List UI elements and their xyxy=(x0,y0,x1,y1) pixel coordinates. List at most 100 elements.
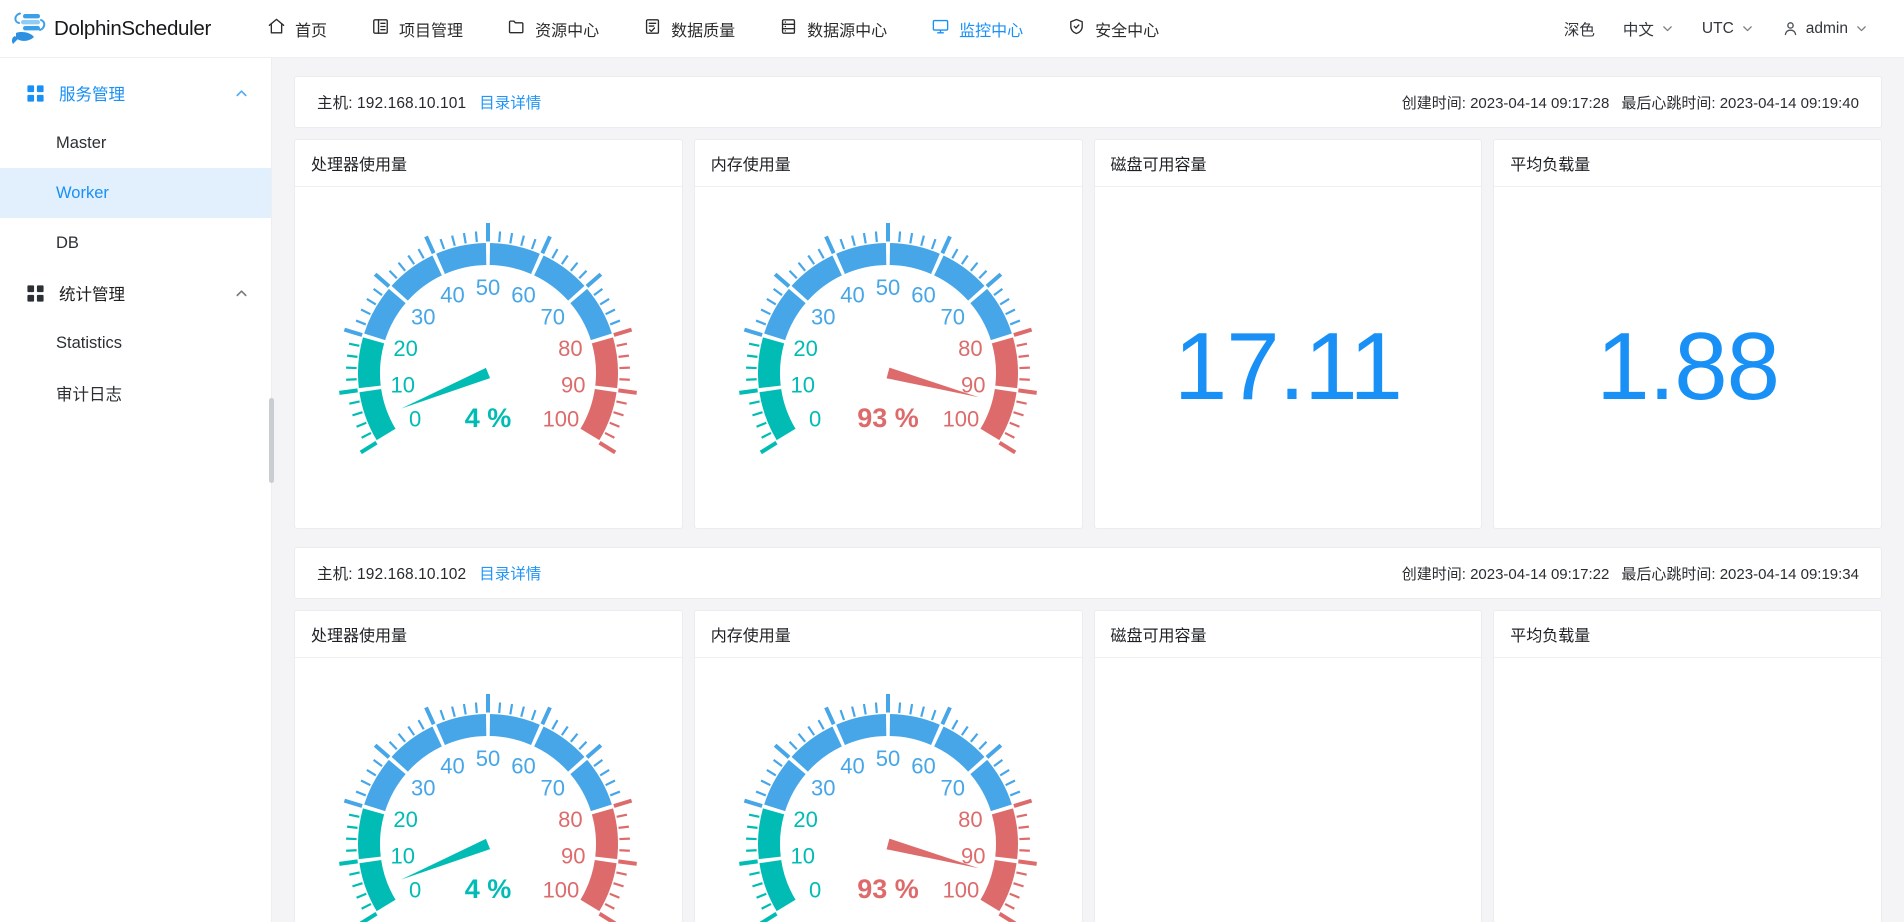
host-info-bar: 主机: 192.168.10.102 目录详情 创建时间: 2023-04-14… xyxy=(294,547,1882,599)
nav-item-datasource[interactable]: 数据源中心 xyxy=(757,0,909,58)
card-memory-usage: 内存使用量 0 10 20 30 40 50 60 70 80 90 100 93 % xyxy=(693,610,1083,922)
user-menu[interactable]: admin xyxy=(1768,0,1882,58)
svg-text:80: 80 xyxy=(958,807,982,832)
sidebar-item-label: 审计日志 xyxy=(56,386,122,404)
user-icon xyxy=(1782,20,1799,37)
nav-item-monitor[interactable]: 监控中心 xyxy=(909,0,1045,58)
svg-text:0: 0 xyxy=(409,406,421,431)
card-title: 处理器使用量 xyxy=(295,611,682,658)
language-label: 中文 xyxy=(1622,21,1654,39)
nav-label: 资源中心 xyxy=(535,22,600,40)
svg-text:80: 80 xyxy=(558,336,582,361)
top-navigation-bar: DolphinScheduler 首页 项目管理 资源中心 数据质量 数据源中心… xyxy=(0,0,1904,58)
card-title: 内存使用量 xyxy=(694,611,1082,658)
svg-text:93 %: 93 % xyxy=(857,403,919,433)
monitor-icon xyxy=(931,17,950,41)
svg-text:20: 20 xyxy=(794,336,818,361)
load-value: 1.88 xyxy=(1596,312,1780,420)
database-icon xyxy=(779,17,798,41)
svg-text:30: 30 xyxy=(411,775,435,800)
sidebar-group-statistics-management[interactable]: 统计管理 xyxy=(0,268,271,318)
sidebar-item-worker[interactable]: Worker xyxy=(0,168,271,218)
card-body xyxy=(1095,658,1482,922)
language-selector[interactable]: 中文 xyxy=(1609,0,1688,58)
sidebar-item-label: Master xyxy=(56,133,107,152)
svg-text:10: 10 xyxy=(391,372,415,397)
svg-text:40: 40 xyxy=(441,753,465,778)
chevron-up-icon xyxy=(234,286,249,301)
svg-text:0: 0 xyxy=(409,877,421,902)
cpu-gauge-chart: 0 10 20 30 40 50 60 70 80 90 100 4 % xyxy=(323,676,653,922)
sidebar-group-label: 统计管理 xyxy=(59,286,125,304)
svg-text:70: 70 xyxy=(941,304,965,329)
svg-text:80: 80 xyxy=(958,336,982,361)
sidebar-group-service-management[interactable]: 服务管理 xyxy=(0,68,271,118)
brand[interactable]: DolphinScheduler xyxy=(10,9,211,49)
timezone-selector[interactable]: UTC xyxy=(1688,0,1768,58)
nav-label: 首页 xyxy=(295,22,328,40)
nav-item-home[interactable]: 首页 xyxy=(245,0,349,58)
timezone-label: UTC xyxy=(1701,19,1734,37)
sidebar-group-label: 服务管理 xyxy=(59,86,125,104)
card-body: 1.88 xyxy=(1494,187,1881,528)
host-address: 主机: 192.168.10.101 xyxy=(317,95,467,112)
svg-text:70: 70 xyxy=(541,775,565,800)
chevron-down-icon xyxy=(1661,22,1674,35)
card-title: 平均负载量 xyxy=(1494,611,1881,658)
svg-text:80: 80 xyxy=(558,807,582,832)
chevron-down-icon xyxy=(1855,22,1868,35)
card-title: 平均负载量 xyxy=(1494,140,1881,187)
main-menu: 首页 项目管理 资源中心 数据质量 数据源中心 监控中心 安全中心 xyxy=(245,0,1181,58)
metric-card-row: 处理器使用量 0 10 20 30 40 50 60 70 80 90 100 4 % 内存使用量 0… xyxy=(294,139,1882,529)
host-timestamps: 创建时间: 2023-04-14 09:17:22 最后心跳时间: 2023-04… xyxy=(1401,565,1859,583)
svg-text:20: 20 xyxy=(394,807,418,832)
svg-text:40: 40 xyxy=(840,753,864,778)
shield-check-icon xyxy=(1067,17,1086,41)
svg-text:10: 10 xyxy=(791,843,815,868)
svg-text:90: 90 xyxy=(561,372,585,397)
svg-text:20: 20 xyxy=(394,336,418,361)
directory-detail-link[interactable]: 目录详情 xyxy=(479,91,541,113)
nav-label: 数据源中心 xyxy=(807,22,888,40)
project-icon xyxy=(371,17,390,41)
card-title: 磁盘可用容量 xyxy=(1094,140,1482,187)
cpu-gauge-chart: 0 10 20 30 40 50 60 70 80 90 100 4 % xyxy=(323,205,653,505)
nav-item-security[interactable]: 安全中心 xyxy=(1045,0,1181,58)
host-block: 主机: 192.168.10.101 目录详情 创建时间: 2023-04-14… xyxy=(294,76,1882,529)
home-icon xyxy=(267,17,286,41)
svg-text:50: 50 xyxy=(876,275,900,300)
card-body: 0 10 20 30 40 50 60 70 80 90 100 4 % xyxy=(295,187,682,528)
sidebar-item-statistics[interactable]: Statistics xyxy=(0,318,271,368)
card-body: 0 10 20 30 40 50 60 70 80 90 100 93 % xyxy=(695,658,1082,922)
svg-text:60: 60 xyxy=(911,753,935,778)
svg-text:4 %: 4 % xyxy=(465,403,512,433)
card-average-load: 平均负载量 xyxy=(1493,610,1882,922)
theme-label: 深色 xyxy=(1563,21,1595,39)
sidebar-item-label: DB xyxy=(56,233,79,252)
svg-text:20: 20 xyxy=(794,807,818,832)
sidebar-item-master[interactable]: Master xyxy=(0,118,271,168)
svg-text:50: 50 xyxy=(876,746,900,771)
monitor-content: 主机: 192.168.10.101 目录详情 创建时间: 2023-04-14… xyxy=(272,58,1904,922)
svg-text:4 %: 4 % xyxy=(465,874,512,904)
svg-text:100: 100 xyxy=(543,877,580,902)
nav-item-resource[interactable]: 资源中心 xyxy=(485,0,621,58)
nav-label: 项目管理 xyxy=(399,22,464,40)
disk-value: 17.11 xyxy=(1173,312,1403,420)
nav-item-project[interactable]: 项目管理 xyxy=(349,0,485,58)
directory-detail-link[interactable]: 目录详情 xyxy=(479,562,541,584)
svg-text:40: 40 xyxy=(441,282,465,307)
sidebar-item-db[interactable]: DB xyxy=(0,218,271,268)
card-body: 17.11 xyxy=(1095,187,1482,528)
nav-item-data-quality[interactable]: 数据质量 xyxy=(621,0,757,58)
theme-toggle[interactable]: 深色 xyxy=(1550,0,1609,58)
card-body xyxy=(1494,658,1881,922)
sidebar-scrollbar[interactable] xyxy=(269,398,274,483)
card-title: 磁盘可用容量 xyxy=(1094,611,1482,658)
sidebar-item-audit-log[interactable]: 审计日志 xyxy=(0,368,271,418)
dolphin-logo-icon xyxy=(10,9,50,49)
svg-text:10: 10 xyxy=(391,843,415,868)
card-title: 处理器使用量 xyxy=(295,140,682,187)
memory-gauge-chart: 0 10 20 30 40 50 60 70 80 90 100 93 % xyxy=(723,205,1053,505)
right-navigation: 深色 中文 UTC admin xyxy=(1550,0,1882,58)
